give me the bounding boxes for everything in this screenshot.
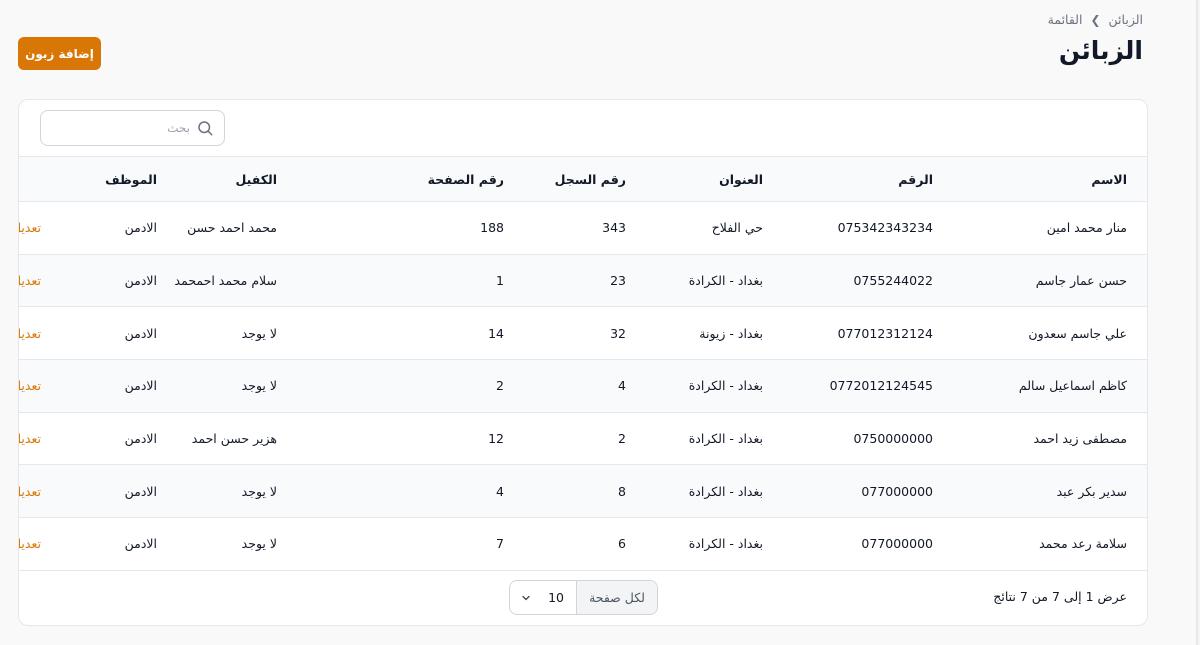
cell-address: بغداد - الكرادة — [688, 483, 763, 499]
search-icon — [196, 119, 214, 137]
cell-number: 075342343234 — [837, 220, 933, 236]
column-header-name: الاسم — [1091, 171, 1127, 187]
edit-button[interactable]: تعديل — [19, 483, 41, 499]
chevron-down-icon — [520, 592, 532, 604]
cell-page-no: 7 — [496, 536, 504, 552]
cell-page-no: 188 — [480, 220, 504, 236]
cell-address: بغداد - زيونة — [699, 325, 763, 341]
table-row: علي جاسم سعدون 077012312124 بغداد - زيونة 3… — [19, 307, 1147, 360]
cell-name: علي جاسم سعدون — [1028, 325, 1127, 341]
customers-card: الاسم الرقم العنوان رقم السجل رقم الصفحة… — [18, 99, 1148, 626]
column-header-record: رقم السجل — [554, 171, 626, 187]
cell-number: 0750000000 — [853, 431, 933, 447]
results-summary: عرض 1 إلى 7 من 7 نتائج — [993, 589, 1127, 604]
cell-number: 077012312124 — [837, 325, 933, 341]
table-row: سدير بكر عبد 077000000 بغداد - الكرادة 8 4 لا… — [19, 464, 1147, 518]
edit-label: تعديل — [19, 273, 41, 289]
cell-number: 077000000 — [861, 536, 933, 552]
edit-button[interactable]: تعديل — [19, 431, 41, 447]
cell-page-no: 4 — [496, 483, 504, 499]
cell-guarantor: لا يوجد — [241, 483, 277, 499]
cell-name: منار محمد امين — [1046, 220, 1127, 236]
cell-record: 343 — [602, 220, 626, 236]
cell-address: بغداد - الكرادة — [688, 536, 763, 552]
table-row: منار محمد امين 075342343234 حي الفلاح 343 18… — [19, 202, 1147, 255]
page: الزبائن ❯ القائمة الزبائن إضافة زبون الا… — [0, 0, 1198, 645]
column-header-address: العنوان — [719, 171, 763, 187]
edit-button[interactable]: تعديل — [19, 378, 41, 394]
table-row: حسن عمار جاسم 0755244022 بغداد - الكرادة 23… — [19, 254, 1147, 307]
page-title: الزبائن — [1058, 36, 1143, 65]
cell-guarantor: لا يوجد — [241, 325, 277, 341]
cell-name: سدير بكر عبد — [1056, 483, 1127, 499]
cell-address: بغداد - الكرادة — [688, 273, 763, 289]
column-header-page-no: رقم الصفحة — [427, 171, 504, 187]
cell-guarantor: سلام محمد احمحمد — [174, 273, 277, 289]
table-row: سلامة رعد محمد 077000000 بغداد - الكرادة 6 7… — [19, 518, 1147, 571]
edit-label: تعديل — [19, 431, 41, 447]
per-page-select[interactable]: لكل صفحة 10 — [509, 580, 658, 615]
cell-guarantor: محمد احمد حسن — [187, 220, 277, 236]
edit-button[interactable]: تعديل — [19, 325, 41, 341]
edit-button[interactable]: تعديل — [19, 220, 41, 236]
edit-label: تعديل — [19, 536, 41, 552]
cell-name: حسن عمار جاسم — [1035, 273, 1127, 289]
cell-record: 32 — [610, 325, 626, 341]
cell-address: بغداد - الكرادة — [688, 431, 763, 447]
column-header-number: الرقم — [898, 171, 933, 187]
cell-address: حي الفلاح — [711, 220, 763, 236]
cell-name: مصطفى زيد احمد — [1033, 431, 1127, 447]
edit-label: تعديل — [19, 220, 41, 236]
per-page-value: 10 — [548, 590, 564, 605]
cell-number: 077000000 — [861, 483, 933, 499]
chevron-left-icon: ❯ — [1090, 12, 1101, 27]
edit-label: تعديل — [19, 483, 41, 499]
per-page-label: لكل صفحة — [576, 581, 657, 614]
edit-label: تعديل — [19, 325, 41, 341]
add-customer-button[interactable]: إضافة زبون — [18, 37, 101, 70]
edit-button[interactable]: تعديل — [19, 273, 41, 289]
cell-number: 0772012124545 — [829, 378, 933, 394]
cell-guarantor: لا يوجد — [241, 378, 277, 394]
cell-name: كاظم اسماعيل سالم — [1018, 378, 1127, 394]
cell-record: 6 — [618, 536, 626, 552]
cell-page-no: 1 — [496, 273, 504, 289]
cell-record: 23 — [610, 273, 626, 289]
cell-page-no: 12 — [488, 431, 504, 447]
cell-record: 8 — [618, 483, 626, 499]
cell-page-no: 14 — [488, 325, 504, 341]
cell-address: بغداد - الكرادة — [688, 378, 763, 394]
customers-table: الاسم الرقم العنوان رقم السجل رقم الصفحة… — [19, 156, 1147, 571]
cell-number: 0755244022 — [853, 273, 933, 289]
table-header-row: الاسم الرقم العنوان رقم السجل رقم الصفحة… — [19, 156, 1147, 202]
cell-page-no: 2 — [496, 378, 504, 394]
search-input[interactable] — [70, 121, 190, 135]
column-header-guarantor: الكفيل — [235, 171, 277, 187]
cell-guarantor: لا يوجد — [241, 536, 277, 552]
edit-label: تعديل — [19, 378, 41, 394]
breadcrumb: الزبائن ❯ القائمة — [1048, 12, 1143, 27]
column-header-employee: الموظف — [105, 171, 157, 187]
cell-name: سلامة رعد محمد — [1039, 536, 1127, 552]
edit-button[interactable]: تعديل — [19, 536, 41, 552]
breadcrumb-item-list: القائمة — [1047, 12, 1083, 27]
cell-guarantor: هزير حسن احمد — [191, 431, 277, 447]
cell-record: 2 — [618, 431, 626, 447]
cell-record: 4 — [618, 378, 626, 394]
search-box — [40, 110, 225, 146]
table-row: مصطفى زيد احمد 0750000000 بغداد - الكرادة 2… — [19, 412, 1147, 465]
per-page-dropdown[interactable]: 10 — [510, 581, 576, 614]
pagination-footer: عرض 1 إلى 7 من 7 نتائج لكل صفحة 10 — [19, 569, 1147, 625]
breadcrumb-item-customers[interactable]: الزبائن — [1109, 12, 1143, 27]
table-row: كاظم اسماعيل سالم 0772012124545 بغداد - ال… — [19, 359, 1147, 413]
